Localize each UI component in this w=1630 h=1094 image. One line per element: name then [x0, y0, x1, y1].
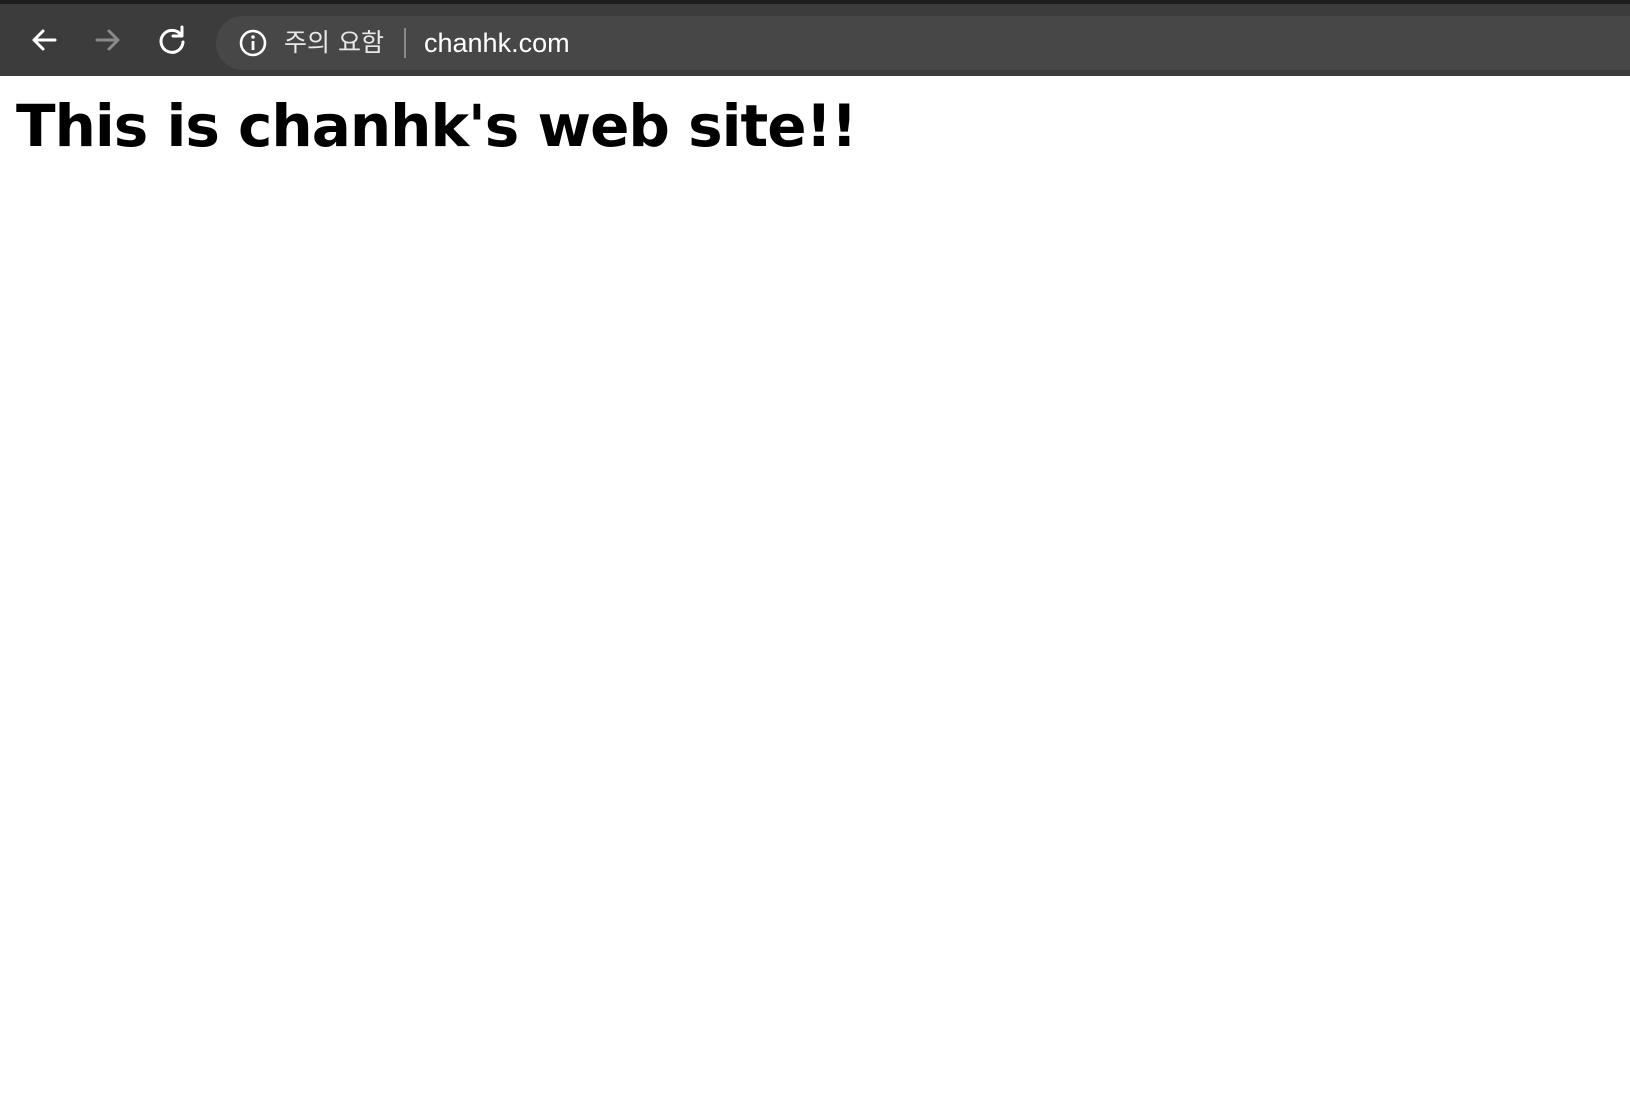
forward-button[interactable] [90, 22, 126, 58]
security-status-label[interactable]: 주의 요함 [284, 16, 384, 70]
url-text[interactable]: chanhk.com [424, 16, 570, 70]
address-bar[interactable]: 주의 요함 chanhk.com [216, 16, 1630, 70]
omnibox-divider [404, 28, 406, 58]
back-arrow-icon [32, 29, 57, 51]
info-icon[interactable] [238, 28, 268, 58]
forward-arrow-icon [95, 29, 120, 51]
reload-icon [159, 25, 185, 54]
page-heading: This is chanhk's web site!! [16, 92, 857, 160]
back-button[interactable] [26, 22, 62, 58]
page-content: This is chanhk's web site!! [0, 76, 1630, 1094]
reload-button[interactable] [154, 22, 190, 58]
browser-toolbar: 주의 요함 chanhk.com [0, 0, 1630, 80]
